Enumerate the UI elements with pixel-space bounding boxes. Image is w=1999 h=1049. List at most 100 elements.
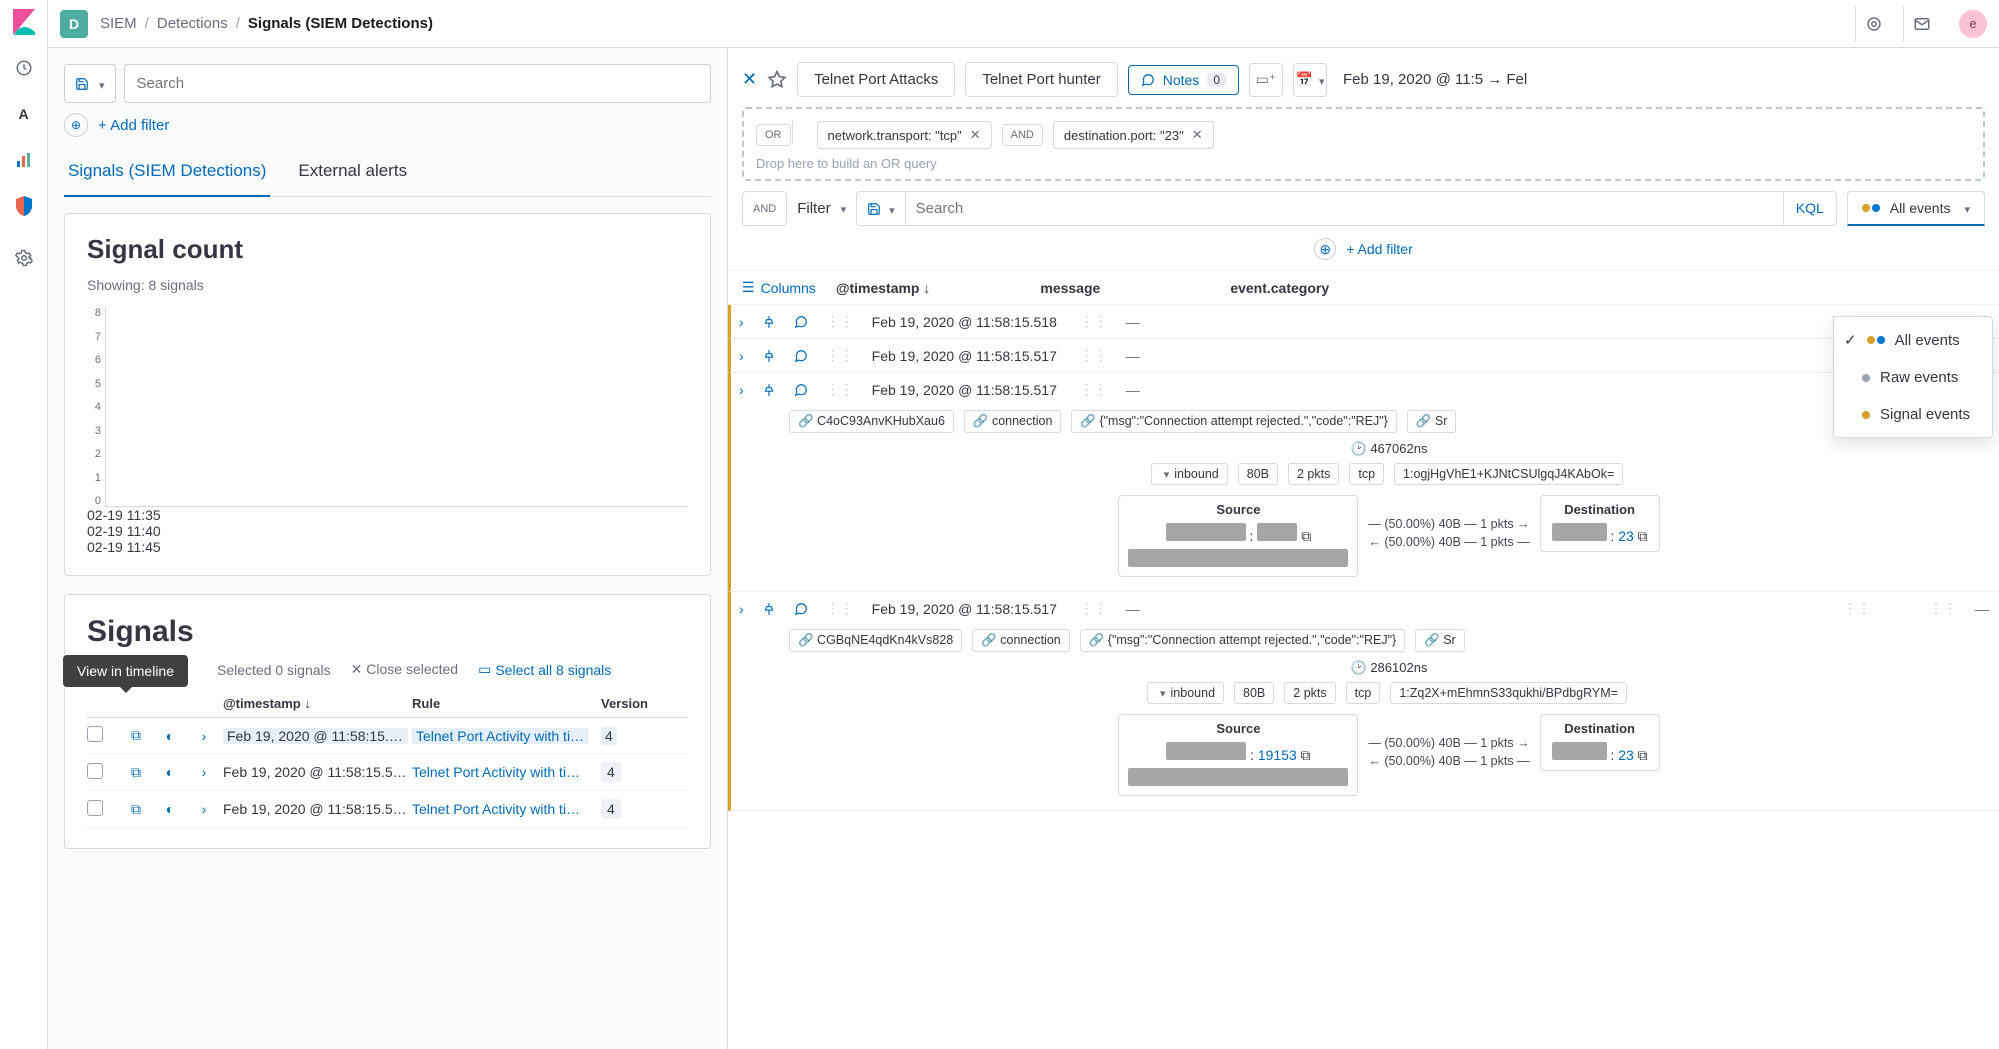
siem-icon[interactable] (8, 190, 40, 222)
events-menu-item[interactable]: All events (1834, 321, 1992, 359)
saved-query-button[interactable] (857, 192, 906, 225)
tab-external-alerts[interactable]: External alerts (294, 151, 411, 196)
view-in-timeline-icon[interactable]: ◐ (155, 764, 185, 780)
event-conn-chip[interactable]: 🔗 connection (964, 410, 1062, 433)
destination-port[interactable]: 23 (1618, 528, 1634, 544)
app-a-icon[interactable]: A (8, 98, 40, 130)
search-input[interactable] (124, 64, 711, 103)
timeline-tab[interactable]: Telnet Port hunter (965, 62, 1117, 97)
kibana-logo-icon[interactable] (8, 6, 40, 38)
breadcrumb-item[interactable]: Detections (157, 15, 228, 32)
col-timestamp[interactable]: @timestamp ↓ (223, 696, 408, 711)
notes-icon[interactable] (794, 602, 808, 616)
event-json-chip[interactable]: 🔗 {"msg":"Connection attempt rejected.",… (1071, 410, 1396, 433)
expand-icon[interactable]: › (739, 348, 744, 364)
date-range[interactable]: Feb 19, 2020 @ 11:5 → Fel (1343, 71, 1527, 88)
breadcrumb-item[interactable]: SIEM (100, 15, 137, 32)
add-filter-link[interactable]: + Add filter (1346, 241, 1413, 257)
direction-chip[interactable]: inbound (1151, 463, 1228, 485)
destination-port[interactable]: 23 (1618, 747, 1634, 763)
columns-link[interactable]: ☰ Columns (742, 279, 816, 296)
expand-icon[interactable]: › (189, 728, 219, 744)
source-port[interactable]: 19153 (1258, 747, 1297, 763)
direction-chip[interactable]: inbound (1147, 682, 1224, 704)
cell-rule[interactable]: Telnet Port Activity with ti… (412, 801, 597, 817)
expand-icon[interactable]: › (189, 801, 219, 817)
drag-handle-icon[interactable]: ⋮⋮ (826, 313, 854, 330)
add-filter-link[interactable]: + Add filter (98, 117, 169, 134)
pin-icon[interactable] (762, 349, 776, 363)
space-badge[interactable]: D (60, 10, 88, 38)
cell-rule[interactable]: Telnet Port Activity with ti… (412, 728, 597, 744)
pin-icon[interactable] (762, 315, 776, 329)
notes-icon[interactable] (794, 383, 808, 397)
col-category[interactable]: event.category (1230, 280, 1329, 296)
col-timestamp[interactable]: @timestamp ↓ (836, 280, 931, 296)
star-icon[interactable] (767, 70, 787, 90)
expand-icon[interactable]: › (189, 764, 219, 780)
remove-filter-icon[interactable]: ✕ (970, 127, 981, 143)
external-link-icon[interactable]: ⧉ (1301, 747, 1311, 763)
event-json-chip[interactable]: 🔗 {"msg":"Connection attempt rejected.",… (1080, 629, 1405, 652)
and-toggle[interactable]: AND (742, 191, 787, 226)
notes-icon[interactable] (794, 315, 808, 329)
close-timeline-icon[interactable]: ✕ (742, 69, 757, 90)
col-message[interactable]: message (1040, 280, 1100, 296)
kql-toggle[interactable]: KQL (1783, 192, 1836, 225)
event-id-chip[interactable]: 🔗 C4oC93AnvKHubXau6 (789, 410, 954, 433)
event-conn-chip[interactable]: 🔗 connection (972, 629, 1070, 652)
col-version[interactable]: Version (601, 696, 661, 711)
filter-options-icon[interactable]: ⊕ (64, 113, 88, 137)
new-timeline-icon[interactable]: ▭⁺ (1249, 63, 1283, 97)
filter-chip[interactable]: destination.port: "23"✕ (1053, 121, 1214, 149)
row-checkbox[interactable] (87, 800, 103, 816)
visualize-icon[interactable] (8, 144, 40, 176)
drag-handle-icon[interactable]: ⋮⋮ (826, 347, 854, 364)
events-filter-dropdown[interactable]: All events (1847, 191, 1985, 226)
filter-options-icon[interactable]: ⊕ (1314, 238, 1336, 260)
row-checkbox[interactable] (87, 726, 103, 742)
pin-icon[interactable] (762, 602, 776, 616)
row-checkbox[interactable] (87, 763, 103, 779)
close-selected-button[interactable]: ✕ Close selected (351, 661, 458, 678)
filter-chip[interactable]: network.transport: "tcp"✕ (817, 121, 992, 149)
col-rule[interactable]: Rule (412, 696, 597, 711)
recent-icon[interactable] (8, 52, 40, 84)
notes-icon[interactable] (794, 349, 808, 363)
filter-dropdown[interactable]: Filter (797, 191, 846, 226)
events-menu-item[interactable]: Raw events (1834, 359, 1992, 396)
drag-handle-icon[interactable]: ⋮⋮ (826, 381, 854, 398)
pin-icon[interactable] (762, 383, 776, 397)
analyze-icon[interactable]: ⧉ (121, 727, 151, 744)
expand-icon[interactable]: › (739, 314, 744, 330)
remove-filter-icon[interactable]: ✕ (1192, 127, 1203, 143)
timeline-search-input[interactable] (906, 192, 1783, 225)
analyze-icon[interactable]: ⧉ (121, 801, 151, 818)
query-drop-zone[interactable]: OR network.transport: "tcp"✕ AND destina… (742, 107, 1985, 181)
drag-handle-icon[interactable]: ⋮⋮ (826, 600, 854, 617)
cell-version: 4 (601, 762, 661, 782)
avatar[interactable]: e (1959, 10, 1987, 38)
analyze-icon[interactable]: ⧉ (121, 764, 151, 781)
mail-icon[interactable] (1903, 6, 1939, 42)
external-link-icon[interactable]: ⧉ (1638, 747, 1648, 763)
timeline-tab[interactable]: Telnet Port Attacks (797, 62, 955, 97)
expand-icon[interactable]: › (739, 601, 744, 617)
event-id-chip[interactable]: 🔗 CGBqNE4qdKn4kVs828 (789, 629, 962, 652)
settings-icon[interactable] (8, 242, 40, 274)
event-extra-chip[interactable]: 🔗 Sr (1415, 629, 1465, 652)
event-extra-chip[interactable]: 🔗 Sr (1407, 410, 1457, 433)
events-menu-item[interactable]: Signal events (1834, 396, 1992, 433)
saved-query-button[interactable] (64, 64, 116, 103)
newsfeed-icon[interactable] (1855, 6, 1891, 42)
external-link-icon[interactable]: ⧉ (1301, 528, 1311, 544)
external-link-icon[interactable]: ⧉ (1638, 528, 1648, 544)
notes-button[interactable]: Notes 0 (1128, 65, 1239, 95)
expand-icon[interactable]: › (739, 382, 744, 398)
date-picker-icon[interactable]: 📅 (1293, 63, 1327, 97)
cell-rule[interactable]: Telnet Port Activity with ti… (412, 764, 597, 780)
select-all-link[interactable]: ▭ Select all 8 signals (478, 661, 611, 678)
view-in-timeline-icon[interactable]: ◐ (155, 801, 185, 817)
tab-signals[interactable]: Signals (SIEM Detections) (64, 151, 270, 197)
view-in-timeline-icon[interactable]: ◐ (155, 728, 185, 744)
